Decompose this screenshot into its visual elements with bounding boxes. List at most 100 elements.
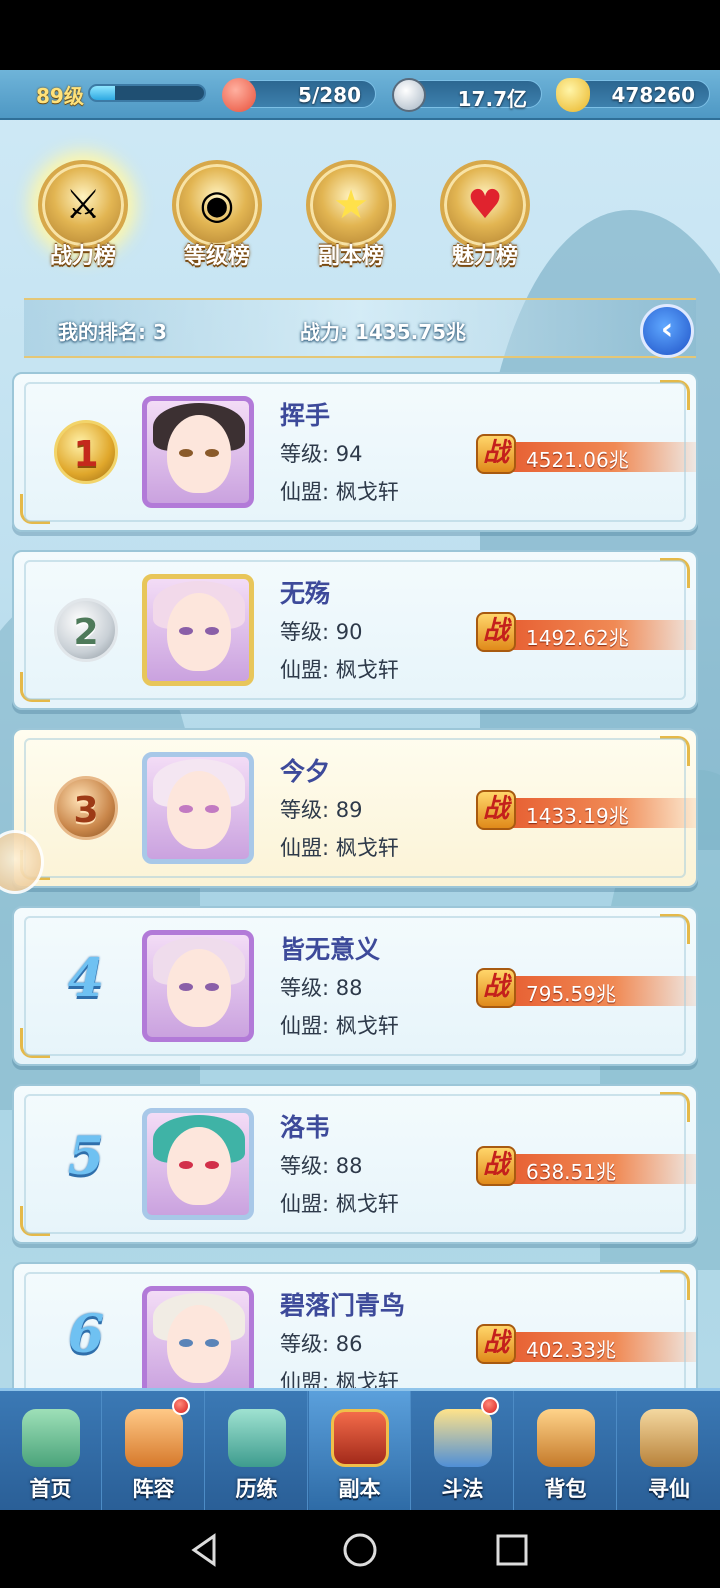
- nav-label: 阵容: [132, 1477, 175, 1501]
- silver-medal-icon: 2: [54, 598, 118, 662]
- nav-training[interactable]: 历练: [206, 1391, 308, 1510]
- avatar[interactable]: [142, 396, 254, 508]
- nav-seek-immortal[interactable]: 寻仙: [618, 1391, 720, 1510]
- player-guild: 仙盟: 枫戈轩: [280, 658, 399, 682]
- rank-number: 4: [67, 948, 105, 1009]
- corner-ornament: [20, 494, 50, 524]
- avatar-eye: [205, 983, 219, 991]
- ranking-card-self[interactable]: 3 今夕 等级: 89 仙盟: 枫戈轩 战 1433.19兆: [12, 728, 698, 888]
- star-icon: ★: [306, 160, 396, 250]
- corner-ornament: [660, 736, 690, 766]
- game-screen: 89级 5/280 17.7亿 478260 ⚔ 战力榜 ◉ 等级榜 ★ 副本榜…: [0, 70, 720, 1510]
- avatar-eye: [205, 449, 219, 457]
- avatar[interactable]: [142, 752, 254, 864]
- tab-dungeon-ranking[interactable]: ★ 副本榜: [292, 160, 410, 278]
- avatar-eye: [179, 983, 193, 991]
- system-navigation-bar: [0, 1510, 720, 1588]
- bag-icon: [537, 1409, 595, 1467]
- sword-icon: ⚔: [38, 160, 128, 250]
- player-level-text: 等级: 88: [280, 1154, 363, 1178]
- corner-ornament: [660, 914, 690, 944]
- avatar-eye: [179, 805, 193, 813]
- avatar-eye: [179, 1161, 193, 1169]
- power-value: 402.33兆: [526, 1338, 616, 1362]
- avatar-face: [167, 1305, 231, 1383]
- avatar[interactable]: [142, 574, 254, 686]
- corner-ornament: [660, 380, 690, 410]
- gold-medal-icon: 1: [54, 420, 118, 484]
- ranking-card[interactable]: 6 碧落门青鸟 等级: 86 仙盟: 枫戈轩 战 402.33兆: [12, 1262, 698, 1392]
- nav-bag[interactable]: 背包: [515, 1391, 617, 1510]
- avatar-eye: [179, 1339, 193, 1347]
- player-guild: 仙盟: 枫戈轩: [280, 1192, 399, 1216]
- avatar-eye: [205, 1339, 219, 1347]
- player-guild: 仙盟: 枫戈轩: [280, 1014, 399, 1038]
- player-level: 89级: [36, 84, 84, 108]
- rank-number: 5: [67, 1126, 105, 1187]
- ranking-card[interactable]: 1 挥手 等级: 94 仙盟: 枫戈轩 战 4521.06兆: [12, 372, 698, 532]
- avatar-face: [167, 771, 231, 849]
- home-circle-icon[interactable]: [342, 1532, 378, 1568]
- power-value: 795.59兆: [526, 982, 616, 1006]
- avatar[interactable]: [142, 1108, 254, 1220]
- ranking-card[interactable]: 4 皆无意义 等级: 88 仙盟: 枫戈轩 战 795.59兆: [12, 906, 698, 1066]
- player-level-text: 等级: 90: [280, 620, 363, 644]
- player-name: 挥手: [280, 401, 331, 430]
- power-value-bar: 战 795.59兆: [476, 968, 696, 1008]
- back-triangle-icon[interactable]: [186, 1532, 222, 1568]
- nav-home[interactable]: 首页: [0, 1391, 102, 1510]
- nav-battle[interactable]: 斗法: [412, 1391, 514, 1510]
- nav-label: 背包: [544, 1477, 587, 1501]
- avatar-face: [167, 949, 231, 1027]
- power-value-bar: 战 402.33兆: [476, 1324, 696, 1364]
- battle-power-icon: 战: [476, 434, 516, 474]
- corner-ornament: [20, 672, 50, 702]
- dungeon-gate-icon: [331, 1409, 389, 1467]
- avatar-eye: [205, 1161, 219, 1169]
- tab-level-ranking[interactable]: ◉ 等级榜: [158, 160, 276, 278]
- status-bar-area: [0, 0, 720, 70]
- corner-ornament: [660, 1092, 690, 1122]
- bottom-navigation: 首页 阵容 历练 副本 斗法 背包 寻仙: [0, 1388, 720, 1510]
- battle-power-icon: 战: [476, 1324, 516, 1364]
- back-button[interactable]: ‹: [640, 304, 694, 358]
- tab-power-ranking[interactable]: ⚔ 战力榜: [24, 160, 142, 278]
- power-value: 638.51兆: [526, 1160, 616, 1184]
- avatar[interactable]: [142, 1286, 254, 1392]
- power-value: 4521.06兆: [526, 448, 629, 472]
- avatar[interactable]: [142, 930, 254, 1042]
- ranking-list[interactable]: 1 挥手 等级: 94 仙盟: 枫戈轩 战 4521.06兆 2 无殇 等级: …: [12, 372, 702, 1392]
- nav-label: 副本: [338, 1477, 381, 1501]
- battle-power-icon: 战: [476, 1146, 516, 1186]
- player-name: 洛韦: [280, 1113, 331, 1142]
- notification-dot: [481, 1397, 499, 1415]
- ranking-card[interactable]: 2 无殇 等级: 90 仙盟: 枫戈轩 战 1492.62兆: [12, 550, 698, 710]
- power-value-bar: 战 1492.62兆: [476, 612, 696, 652]
- nav-label: 斗法: [441, 1477, 484, 1501]
- ingots-pill[interactable]: 478260: [572, 80, 710, 108]
- player-level-text: 等级: 88: [280, 976, 363, 1000]
- avatar-face: [167, 415, 231, 493]
- stamina-pill[interactable]: 5/280: [238, 80, 376, 108]
- avatar-eye: [205, 805, 219, 813]
- rank-number: 6: [67, 1304, 105, 1365]
- tab-charm-ranking[interactable]: ♥ 魅力榜: [426, 160, 544, 278]
- tab-label: 魅力榜: [451, 244, 518, 269]
- nav-label: 首页: [29, 1477, 72, 1501]
- player-level-text: 等级: 94: [280, 442, 363, 466]
- battle-power-icon: 战: [476, 790, 516, 830]
- player-level-text: 等级: 89: [280, 798, 363, 822]
- recents-square-icon[interactable]: [494, 1532, 530, 1568]
- nav-dungeon[interactable]: 副本: [309, 1391, 411, 1510]
- nav-lineup[interactable]: 阵容: [103, 1391, 205, 1510]
- drum-icon: ◉: [172, 160, 262, 250]
- ranking-card[interactable]: 5 洛韦 等级: 88 仙盟: 枫戈轩 战 638.51兆: [12, 1084, 698, 1244]
- training-icon: [228, 1409, 286, 1467]
- corner-ornament: [20, 1028, 50, 1058]
- ingots-value: 478260: [611, 83, 696, 107]
- power-value: 1492.62兆: [526, 626, 629, 650]
- scroll-icon: [640, 1409, 698, 1467]
- avatar-face: [167, 1127, 231, 1205]
- corner-ornament: [660, 558, 690, 588]
- xp-fill: [90, 86, 116, 100]
